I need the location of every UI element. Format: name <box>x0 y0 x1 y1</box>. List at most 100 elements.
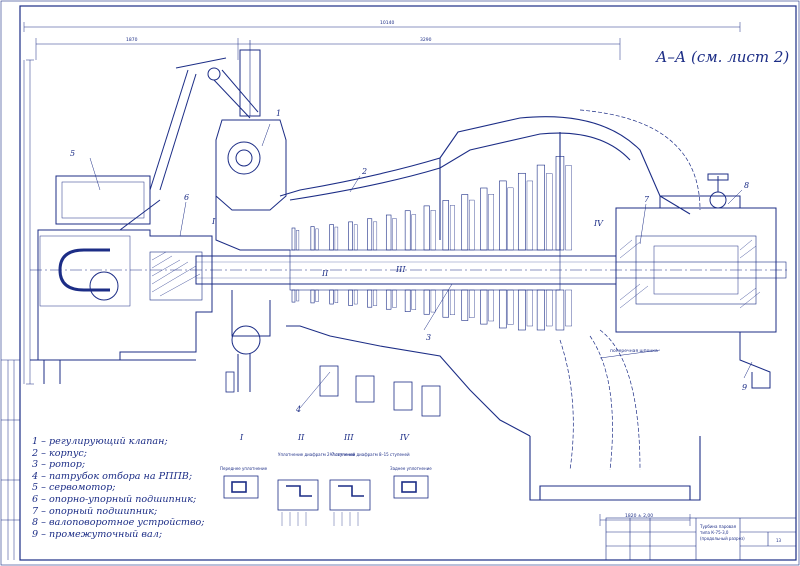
legend-item: 6 – опорно-упорный подшипник; <box>32 493 197 505</box>
legend-item: 2 – корпус; <box>32 447 87 459</box>
turbine-casing <box>279 116 701 501</box>
callout-5: 5 <box>70 149 75 158</box>
sheet-number: 13 <box>776 538 782 543</box>
blade-row <box>291 289 296 303</box>
title-line-2: типа К-75-3,0 <box>700 530 729 535</box>
diaphragm <box>392 218 397 251</box>
callout-8: 8 <box>744 181 749 190</box>
blade-row <box>461 194 469 251</box>
diaphragm <box>334 289 339 303</box>
blade-row <box>480 187 488 251</box>
bearing-7-hatching <box>619 239 761 309</box>
detail-label-IV: IV <box>399 433 410 442</box>
blade-row <box>499 180 507 251</box>
blade-row <box>555 289 565 331</box>
diaphragm <box>334 226 339 251</box>
parts-legend: 1 – регулирующий клапан; 2 – корпус; 3 –… <box>32 436 252 540</box>
bearing-6-hatching <box>151 251 201 297</box>
diaphragm <box>373 221 378 251</box>
diaphragm <box>449 205 455 251</box>
blade-row <box>385 289 392 310</box>
extraction-pipes <box>225 365 441 417</box>
section-title: А–А (см. лист 2) <box>656 48 790 66</box>
dim-mid: 3290 <box>420 37 432 43</box>
diaphragm <box>526 180 533 251</box>
blade-row <box>385 214 392 251</box>
leader-lines <box>89 123 753 409</box>
callout-4: 4 <box>295 405 301 414</box>
dim-left: 1870 <box>126 37 138 43</box>
blade-row <box>517 289 526 331</box>
title-line-1: Турбина паровая <box>699 524 737 529</box>
blade-row <box>348 289 353 306</box>
diaphragm <box>392 289 397 308</box>
detail-caption-III: Уплотнение диафрагм 8–15 ступеней <box>330 452 410 457</box>
blade-row <box>367 289 373 308</box>
diaphragm <box>488 193 494 251</box>
blade-row <box>404 289 411 312</box>
diaphragm <box>411 214 417 251</box>
blade-row <box>367 218 373 251</box>
shponka-annotation: поперечная шпонка <box>610 349 658 354</box>
blade-row <box>404 210 411 251</box>
legend-item: 5 – сервомотор; <box>32 482 116 494</box>
diaphragm <box>353 289 358 305</box>
diaphragm <box>526 289 533 327</box>
diaphragm <box>430 210 436 251</box>
rear-pedestal <box>615 173 787 389</box>
blade-row <box>310 226 315 251</box>
diaphragm <box>411 289 417 310</box>
diaphragm <box>430 289 436 313</box>
zone-label-II: II <box>321 269 329 278</box>
diaphragm <box>296 289 300 302</box>
blade-row <box>499 289 507 329</box>
diaphragm <box>315 228 319 251</box>
diaphragm <box>545 289 553 327</box>
zone-label-I: I <box>211 217 216 226</box>
callout-9: 9 <box>742 383 747 392</box>
blade-row <box>310 289 315 304</box>
detail-label-II: II <box>297 433 305 442</box>
diaphragm <box>469 289 475 318</box>
detail-caption-IV: Заднее уплотнение <box>390 466 432 471</box>
blade-row <box>423 205 430 251</box>
diaphragm <box>373 289 378 306</box>
legend-item: 7 – опорный подшипник; <box>32 505 158 517</box>
blade-row <box>329 224 334 251</box>
regulating-valve <box>215 40 290 392</box>
legend-item: 4 – патрубок отбора на РППВ; <box>32 470 193 482</box>
callout-6: 6 <box>184 193 189 202</box>
legend-item: 8 – валоповоротное устройство; <box>32 517 205 529</box>
blade-row <box>291 227 296 251</box>
blade-row <box>480 289 488 325</box>
diaphragm <box>449 289 455 315</box>
diaphragm <box>507 289 514 325</box>
front-pedestal <box>30 199 213 384</box>
title-line-3: (продольный разрез) <box>700 536 745 541</box>
diaphragm <box>565 289 572 327</box>
blade-row <box>536 289 545 331</box>
legend-item: 3 – ротор; <box>32 459 86 471</box>
callout-2: 2 <box>361 167 367 176</box>
diaphragm <box>488 289 494 322</box>
diaphragm <box>296 229 300 251</box>
diaphragm <box>315 289 319 302</box>
blade-row <box>348 221 353 251</box>
zone-label-III: III <box>395 265 406 274</box>
blade-row <box>442 200 449 251</box>
diaphragm <box>469 199 475 251</box>
blade-row <box>517 172 526 251</box>
callout-3: 3 <box>426 333 431 342</box>
blade-row <box>536 164 545 251</box>
diaphragm <box>353 224 358 251</box>
dim-overall: 10140 <box>380 20 394 26</box>
blade-row <box>423 289 430 315</box>
blade-rows <box>291 156 572 331</box>
servomotor-assembly <box>55 57 259 225</box>
blade-row <box>329 289 334 305</box>
legend-item: 9 – промежуточный вал; <box>32 528 163 540</box>
legend-item: 1 – регулирующий клапан; <box>32 436 168 447</box>
detail-label-III: III <box>343 433 354 442</box>
diaphragm <box>545 173 553 251</box>
callout-7: 7 <box>644 195 650 204</box>
